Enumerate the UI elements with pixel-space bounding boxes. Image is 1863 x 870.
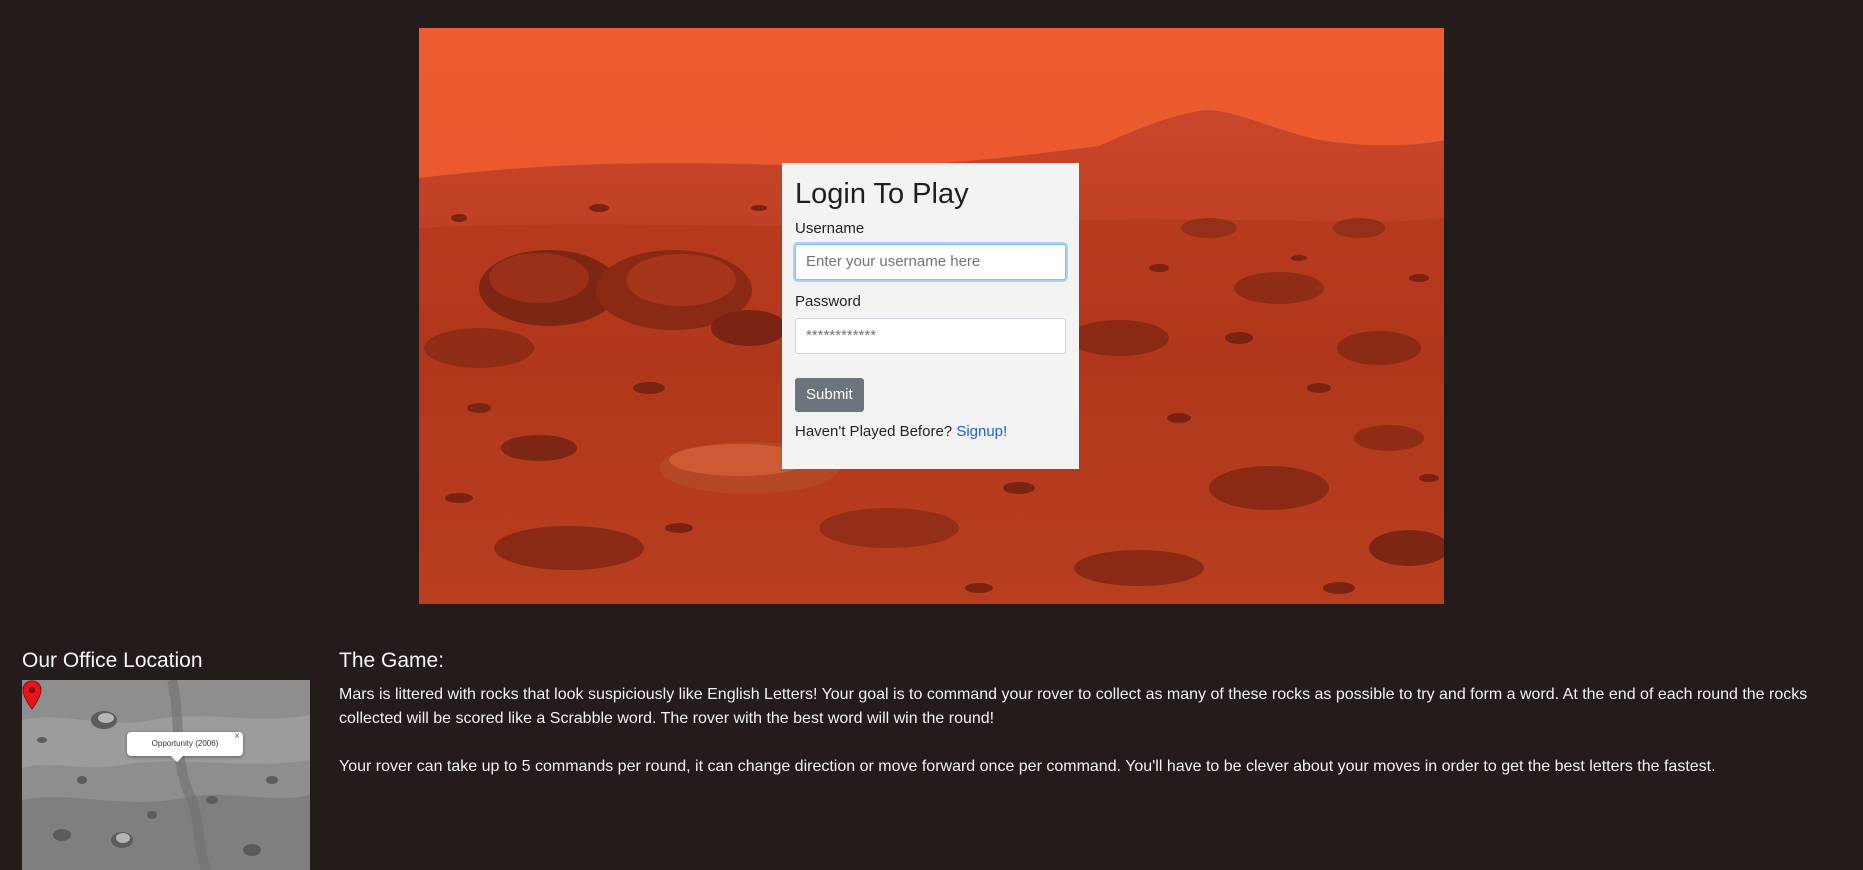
signup-prompt-text: Haven't Played Before?: [795, 422, 953, 440]
office-location-heading: Our Office Location: [22, 649, 203, 672]
game-paragraph-2: Your rover can take up to 5 commands per…: [339, 758, 1716, 776]
login-form: Login To Play Username Password Submit H…: [782, 163, 1079, 469]
map-popup-text: Opportunity (2006): [151, 739, 219, 749]
signup-link[interactable]: Signup!: [956, 423, 1007, 440]
password-input[interactable]: [795, 317, 1066, 354]
game-heading: The Game:: [339, 649, 445, 672]
game-description-section: The Game: Mars is littered with rocks th…: [339, 648, 1849, 779]
game-paragraph-1: Mars is littered with rocks that look su…: [339, 686, 1808, 728]
password-label: Password: [795, 292, 861, 310]
popup-close-icon[interactable]: ×: [234, 725, 240, 749]
username-label: Username: [795, 219, 865, 237]
office-location-section: Our Office Location Opportunity (2006) ×: [22, 648, 310, 870]
signup-prompt-line: Haven't Played Before? Signup!: [795, 423, 1066, 440]
map-location-popup: Opportunity (2006) ×: [127, 731, 243, 763]
office-map[interactable]: Opportunity (2006) ×: [22, 680, 310, 870]
map-pin-icon[interactable]: [22, 680, 42, 711]
username-input[interactable]: [795, 243, 1066, 280]
login-title: Login To Play: [795, 178, 969, 210]
submit-button[interactable]: Submit: [795, 377, 864, 412]
